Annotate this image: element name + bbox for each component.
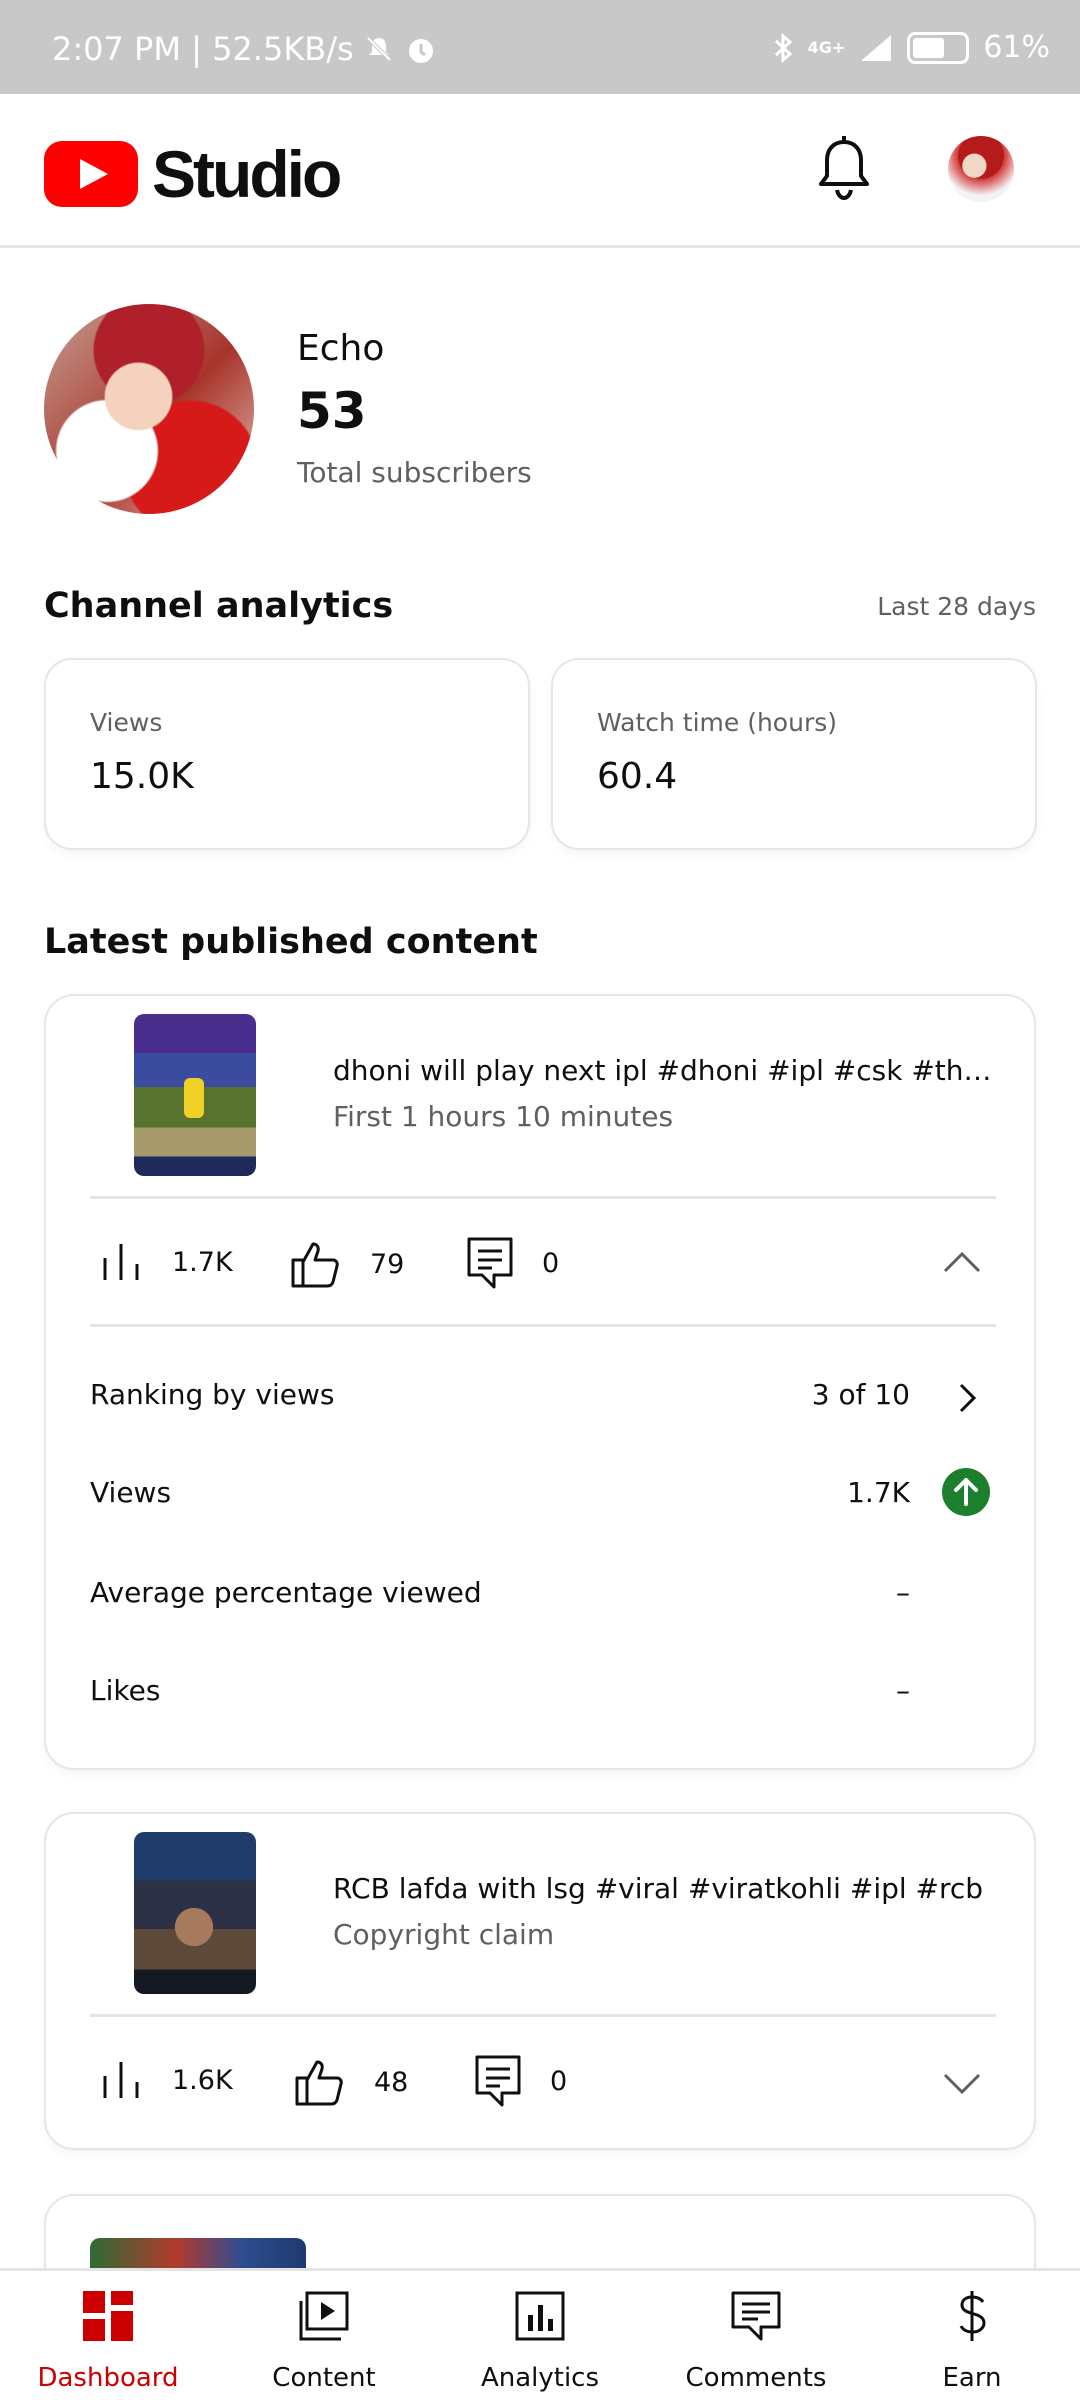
- account-avatar[interactable]: [948, 136, 1014, 202]
- chevron-right-icon[interactable]: [958, 1382, 978, 1414]
- video-status: Copyright claim: [333, 1918, 555, 1951]
- avg-percentage-row: Average percentage viewed –: [90, 1566, 996, 1626]
- detail-value: –: [896, 1576, 910, 1609]
- detail-label: Ranking by views: [90, 1378, 335, 1411]
- metric-value: 60.4: [597, 756, 678, 797]
- content-card[interactable]: dhoni will play next ipl #dhoni #ipl #cs…: [44, 994, 1036, 1770]
- divider: [90, 1324, 996, 1327]
- metric-label: Watch time (hours): [597, 708, 838, 737]
- dashboard-icon: [83, 2291, 133, 2341]
- comments-stat: 0: [474, 2054, 567, 2108]
- detail-label: Views: [90, 1476, 172, 1509]
- nav-label: Dashboard: [37, 2363, 179, 2393]
- chevron-up-icon[interactable]: [942, 1250, 982, 1274]
- latest-content-title: Latest published content: [44, 922, 538, 962]
- video-status: First 1 hours 10 minutes: [333, 1100, 674, 1133]
- metric-card-watch-time[interactable]: Watch time (hours) 60.4: [551, 658, 1037, 850]
- comment-icon: [467, 1237, 513, 1289]
- detail-label: Likes: [90, 1674, 161, 1707]
- logo-text: Studio: [152, 137, 342, 211]
- metric-value: 15.0K: [90, 756, 194, 797]
- likes-count: 79: [370, 1248, 405, 1280]
- video-thumbnail[interactable]: [134, 1014, 256, 1176]
- status-right: 4G+ 61%: [772, 30, 1050, 65]
- analytics-title: Channel analytics: [44, 586, 394, 626]
- subscriber-count: 53: [297, 382, 367, 440]
- views-row: Views 1.7K: [90, 1466, 996, 1526]
- nav-dashboard[interactable]: Dashboard: [0, 2271, 216, 2400]
- nav-label: Earn: [942, 2363, 1002, 2393]
- thumbs-up-icon: [291, 1242, 339, 1288]
- comments-count: 0: [550, 2065, 568, 2097]
- app-header: Studio: [0, 94, 1080, 248]
- views-count: 1.6K: [172, 2064, 233, 2096]
- comments-stat: 0: [466, 1236, 559, 1290]
- analytics-icon: [515, 2291, 565, 2341]
- ranking-row[interactable]: Ranking by views 3 of 10: [90, 1368, 996, 1428]
- nav-label: Content: [272, 2363, 376, 2393]
- chevron-down-icon[interactable]: [942, 2072, 982, 2096]
- comments-icon: [731, 2291, 781, 2341]
- alarm-icon: [408, 39, 433, 63]
- bottom-navigation: Dashboard Content Analytics Comments Ear…: [0, 2268, 1080, 2400]
- metric-card-views[interactable]: Views 15.0K: [44, 658, 530, 850]
- subscriber-label: Total subscribers: [297, 456, 532, 489]
- studio-logo[interactable]: Studio: [44, 136, 342, 212]
- battery-percent: 61%: [983, 30, 1050, 65]
- channel-avatar: [44, 304, 254, 514]
- mute-icon: [366, 36, 392, 62]
- analytics-range: Last 28 days: [877, 592, 1036, 621]
- nav-earn[interactable]: Earn: [864, 2271, 1080, 2400]
- views-stat: 1.6K: [100, 2060, 233, 2100]
- divider: [90, 1196, 996, 1199]
- video-thumbnail[interactable]: [134, 1832, 256, 1994]
- trend-up-icon: [942, 1468, 990, 1516]
- nav-label: Comments: [685, 2363, 827, 2393]
- bluetooth-icon: [774, 32, 792, 63]
- status-left: 2:07 PM | 52.5KB/s: [52, 30, 438, 68]
- nav-analytics[interactable]: Analytics: [432, 2271, 648, 2400]
- likes-row: Likes –: [90, 1664, 996, 1724]
- likes-count: 48: [374, 2066, 409, 2098]
- detail-value: 3 of 10: [811, 1378, 910, 1411]
- views-bars-icon: [103, 1244, 139, 1280]
- likes-stat: 48: [294, 2058, 408, 2106]
- detail-value: –: [896, 1674, 910, 1707]
- status-time: 2:07 PM | 52.5KB/s: [52, 30, 354, 68]
- battery-icon: [907, 31, 970, 64]
- signal-icon: [861, 34, 892, 61]
- video-title[interactable]: RCB lafda with lsg #viral #viratkohli #i…: [333, 1872, 993, 1905]
- detail-label: Average percentage viewed: [90, 1576, 482, 1609]
- comments-count: 0: [542, 1247, 560, 1279]
- comment-icon: [475, 2055, 521, 2107]
- channel-name: Echo: [297, 328, 385, 369]
- network-type: 4G+: [807, 38, 846, 57]
- dollar-icon: [959, 2291, 986, 2341]
- content-icon: [299, 2291, 349, 2341]
- nav-comments[interactable]: Comments: [648, 2271, 864, 2400]
- thumbs-up-icon: [295, 2060, 343, 2106]
- video-title[interactable]: dhoni will play next ipl #dhoni #ipl #cs…: [333, 1054, 993, 1087]
- metric-label: Views: [90, 708, 163, 737]
- content-card[interactable]: RCB lafda with lsg #viral #viratkohli #i…: [44, 1812, 1036, 2150]
- detail-value: 1.7K: [847, 1476, 910, 1509]
- views-count: 1.7K: [172, 1246, 233, 1278]
- likes-stat: 79: [290, 1240, 404, 1288]
- nav-content[interactable]: Content: [216, 2271, 432, 2400]
- divider: [90, 2014, 996, 2017]
- notifications-bell-icon[interactable]: [814, 134, 874, 204]
- youtube-play-icon: [44, 141, 138, 207]
- views-stat: 1.7K: [100, 1242, 233, 1282]
- views-bars-icon: [103, 2062, 139, 2098]
- status-bar: 2:07 PM | 52.5KB/s 4G+ 61%: [0, 0, 1080, 94]
- nav-label: Analytics: [480, 2363, 600, 2393]
